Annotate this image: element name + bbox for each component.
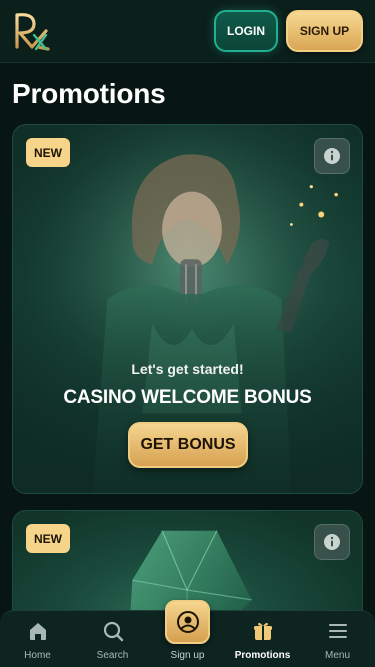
user-circle-icon [176, 611, 199, 633]
home-icon [29, 623, 46, 640]
search-icon [103, 621, 123, 642]
login-button[interactable]: LOGIN [214, 10, 278, 52]
nav-item-search[interactable]: Search [75, 610, 150, 667]
brand-logo-icon[interactable] [12, 9, 52, 53]
header-actions: LOGIN SIGN UP [214, 10, 363, 52]
nav-label: Search [96, 650, 129, 661]
promo-title: CASINO WELCOME BONUS [63, 387, 312, 408]
nav-item-menu[interactable]: Menu [300, 610, 375, 667]
new-badge: NEW [26, 524, 70, 553]
hamburger-icon [328, 624, 347, 638]
nav-label: Home [24, 650, 51, 661]
nav-label: Menu [324, 650, 350, 661]
info-button[interactable] [314, 524, 350, 560]
nav-label: Promotions [234, 650, 291, 661]
signup-button[interactable]: SIGN UP [286, 10, 363, 52]
gift-icon [253, 622, 272, 640]
info-button[interactable] [314, 138, 350, 174]
promo-card[interactable]: NEW Let's get started! CASINO WELCOME BO… [12, 124, 363, 494]
nav-label: Sign up [170, 650, 205, 661]
promo-subtitle: Let's get started! [131, 361, 244, 377]
signup-bubble[interactable] [165, 600, 210, 644]
top-header: LOGIN SIGN UP [0, 0, 375, 63]
bottom-navigation: Home Search Sign up Promotions Menu [0, 600, 375, 667]
info-icon [324, 148, 340, 164]
new-badge: NEW [26, 138, 70, 167]
nav-item-home[interactable]: Home [0, 610, 75, 667]
nav-item-signup[interactable]: Sign up [150, 600, 225, 667]
info-icon [324, 534, 340, 550]
get-bonus-button[interactable]: GET BONUS [128, 422, 248, 468]
page-title: Promotions [12, 78, 166, 109]
nav-item-promotions[interactable]: Promotions [225, 610, 300, 667]
